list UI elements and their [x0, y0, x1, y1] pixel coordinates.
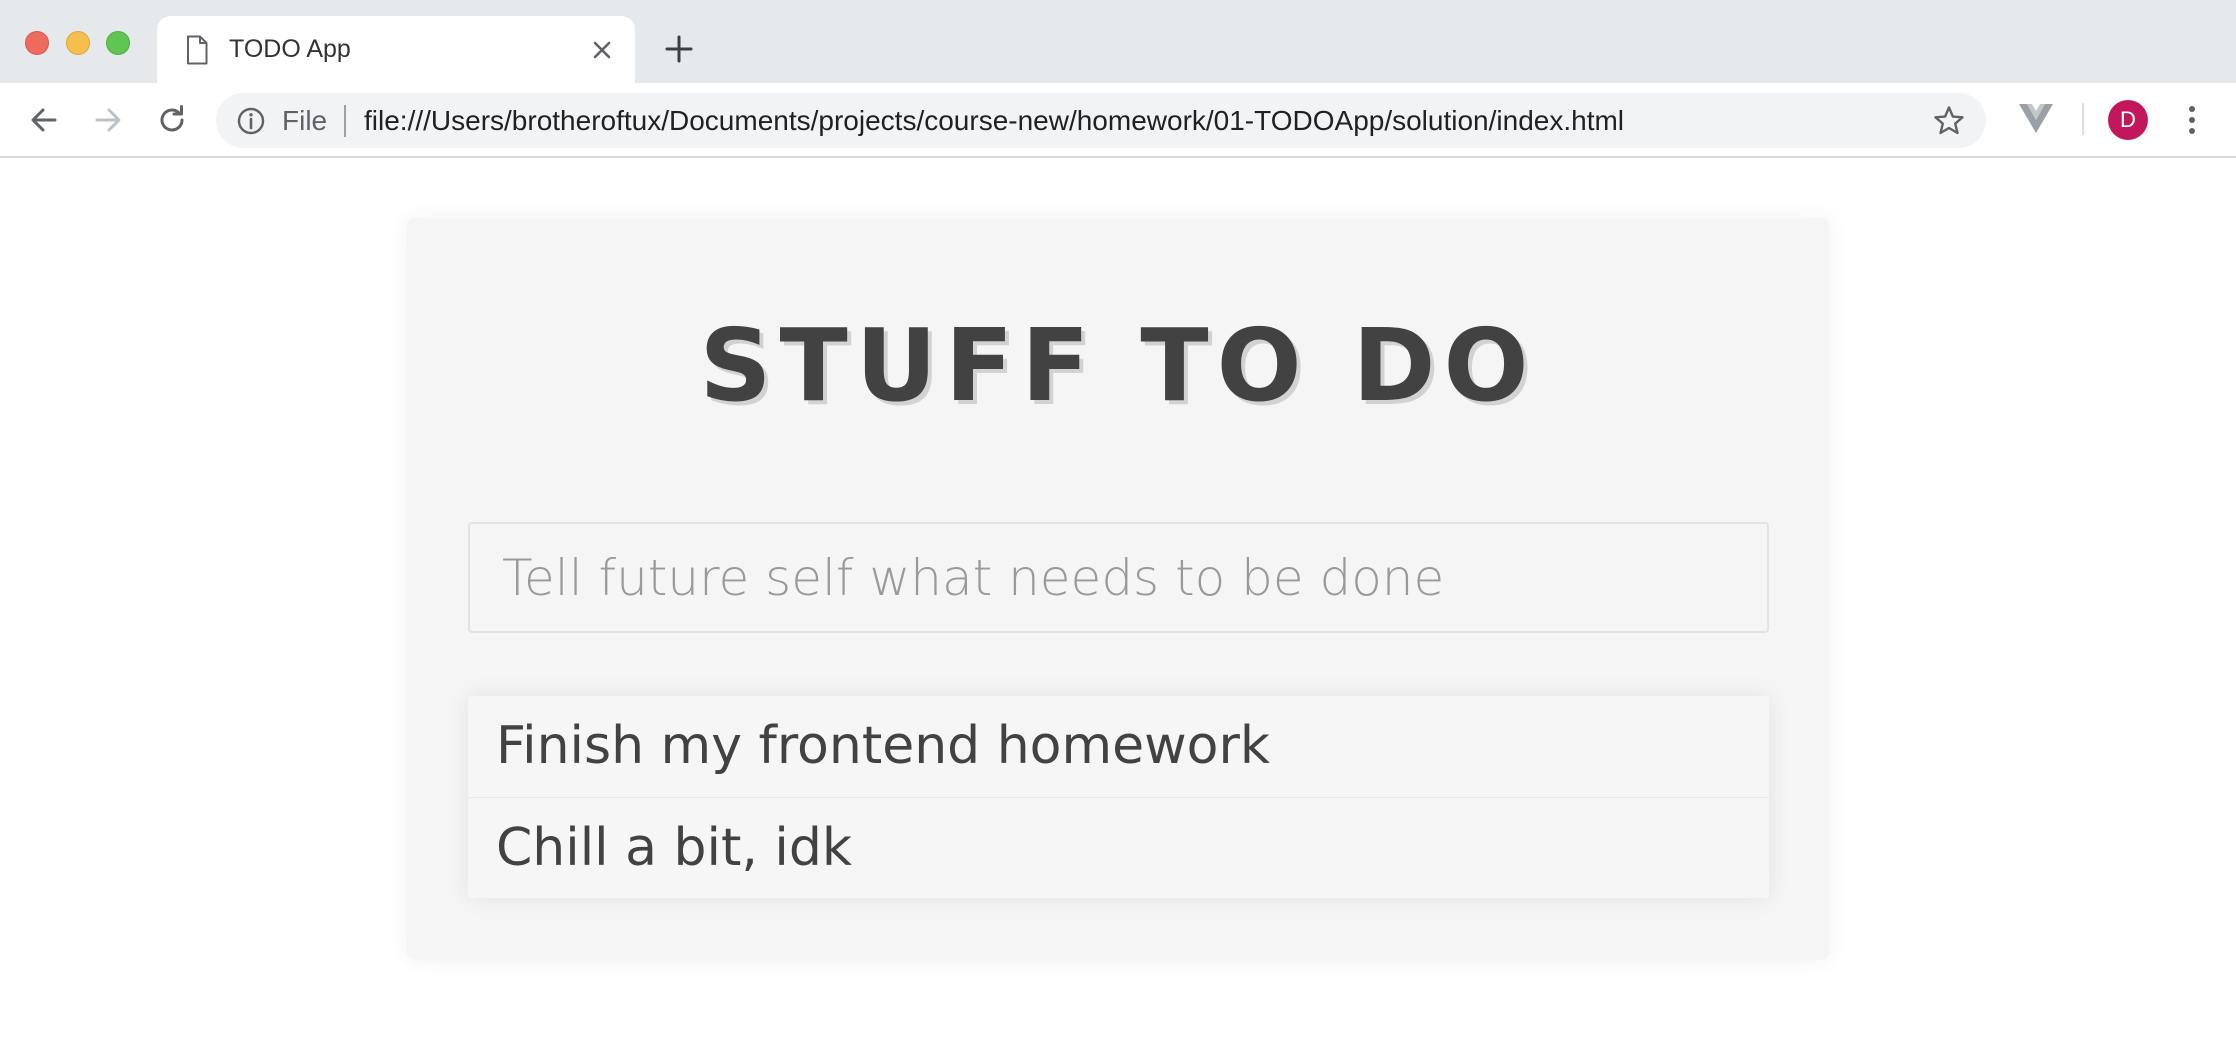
page-title: STUFF TO DO — [699, 307, 1537, 424]
reload-icon[interactable] — [155, 103, 189, 137]
list-item[interactable]: Finish my frontend homework — [468, 696, 1769, 797]
new-todo-input[interactable] — [468, 522, 1769, 633]
window-close-button[interactable] — [25, 31, 49, 55]
plus-icon[interactable] — [664, 34, 694, 64]
tab-title: TODO App — [229, 35, 351, 63]
star-icon[interactable] — [1932, 104, 1966, 138]
address-bar[interactable]: File file:///Users/brotheroftux/Document… — [216, 93, 1986, 148]
toolbar-separator — [2082, 103, 2084, 135]
browser-toolbar: File file:///Users/brotheroftux/Document… — [0, 83, 2236, 158]
arrow-right-icon[interactable] — [91, 103, 125, 137]
list-item[interactable]: Chill a bit, idk — [468, 797, 1769, 898]
browser-tab-strip: TODO App — [0, 0, 2236, 83]
info-icon[interactable] — [236, 106, 266, 136]
window-minimize-button[interactable] — [66, 31, 90, 55]
todo-app-card: STUFF TO DO Finish my frontend homework … — [407, 218, 1829, 960]
browser-tab-active[interactable]: TODO App — [157, 16, 635, 83]
arrow-left-icon[interactable] — [27, 103, 61, 137]
profile-avatar[interactable]: D — [2108, 100, 2148, 140]
todo-list: Finish my frontend homework Chill a bit,… — [468, 696, 1769, 898]
address-divider — [344, 105, 346, 137]
document-icon — [187, 35, 208, 65]
kebab-menu-icon[interactable] — [2180, 100, 2204, 140]
vue-devtools-icon[interactable] — [2018, 102, 2054, 134]
url-text[interactable]: file:///Users/brotheroftux/Documents/pro… — [364, 105, 1624, 137]
close-icon[interactable] — [589, 37, 615, 63]
url-scheme-label: File — [282, 105, 328, 136]
window-zoom-button[interactable] — [106, 31, 130, 55]
